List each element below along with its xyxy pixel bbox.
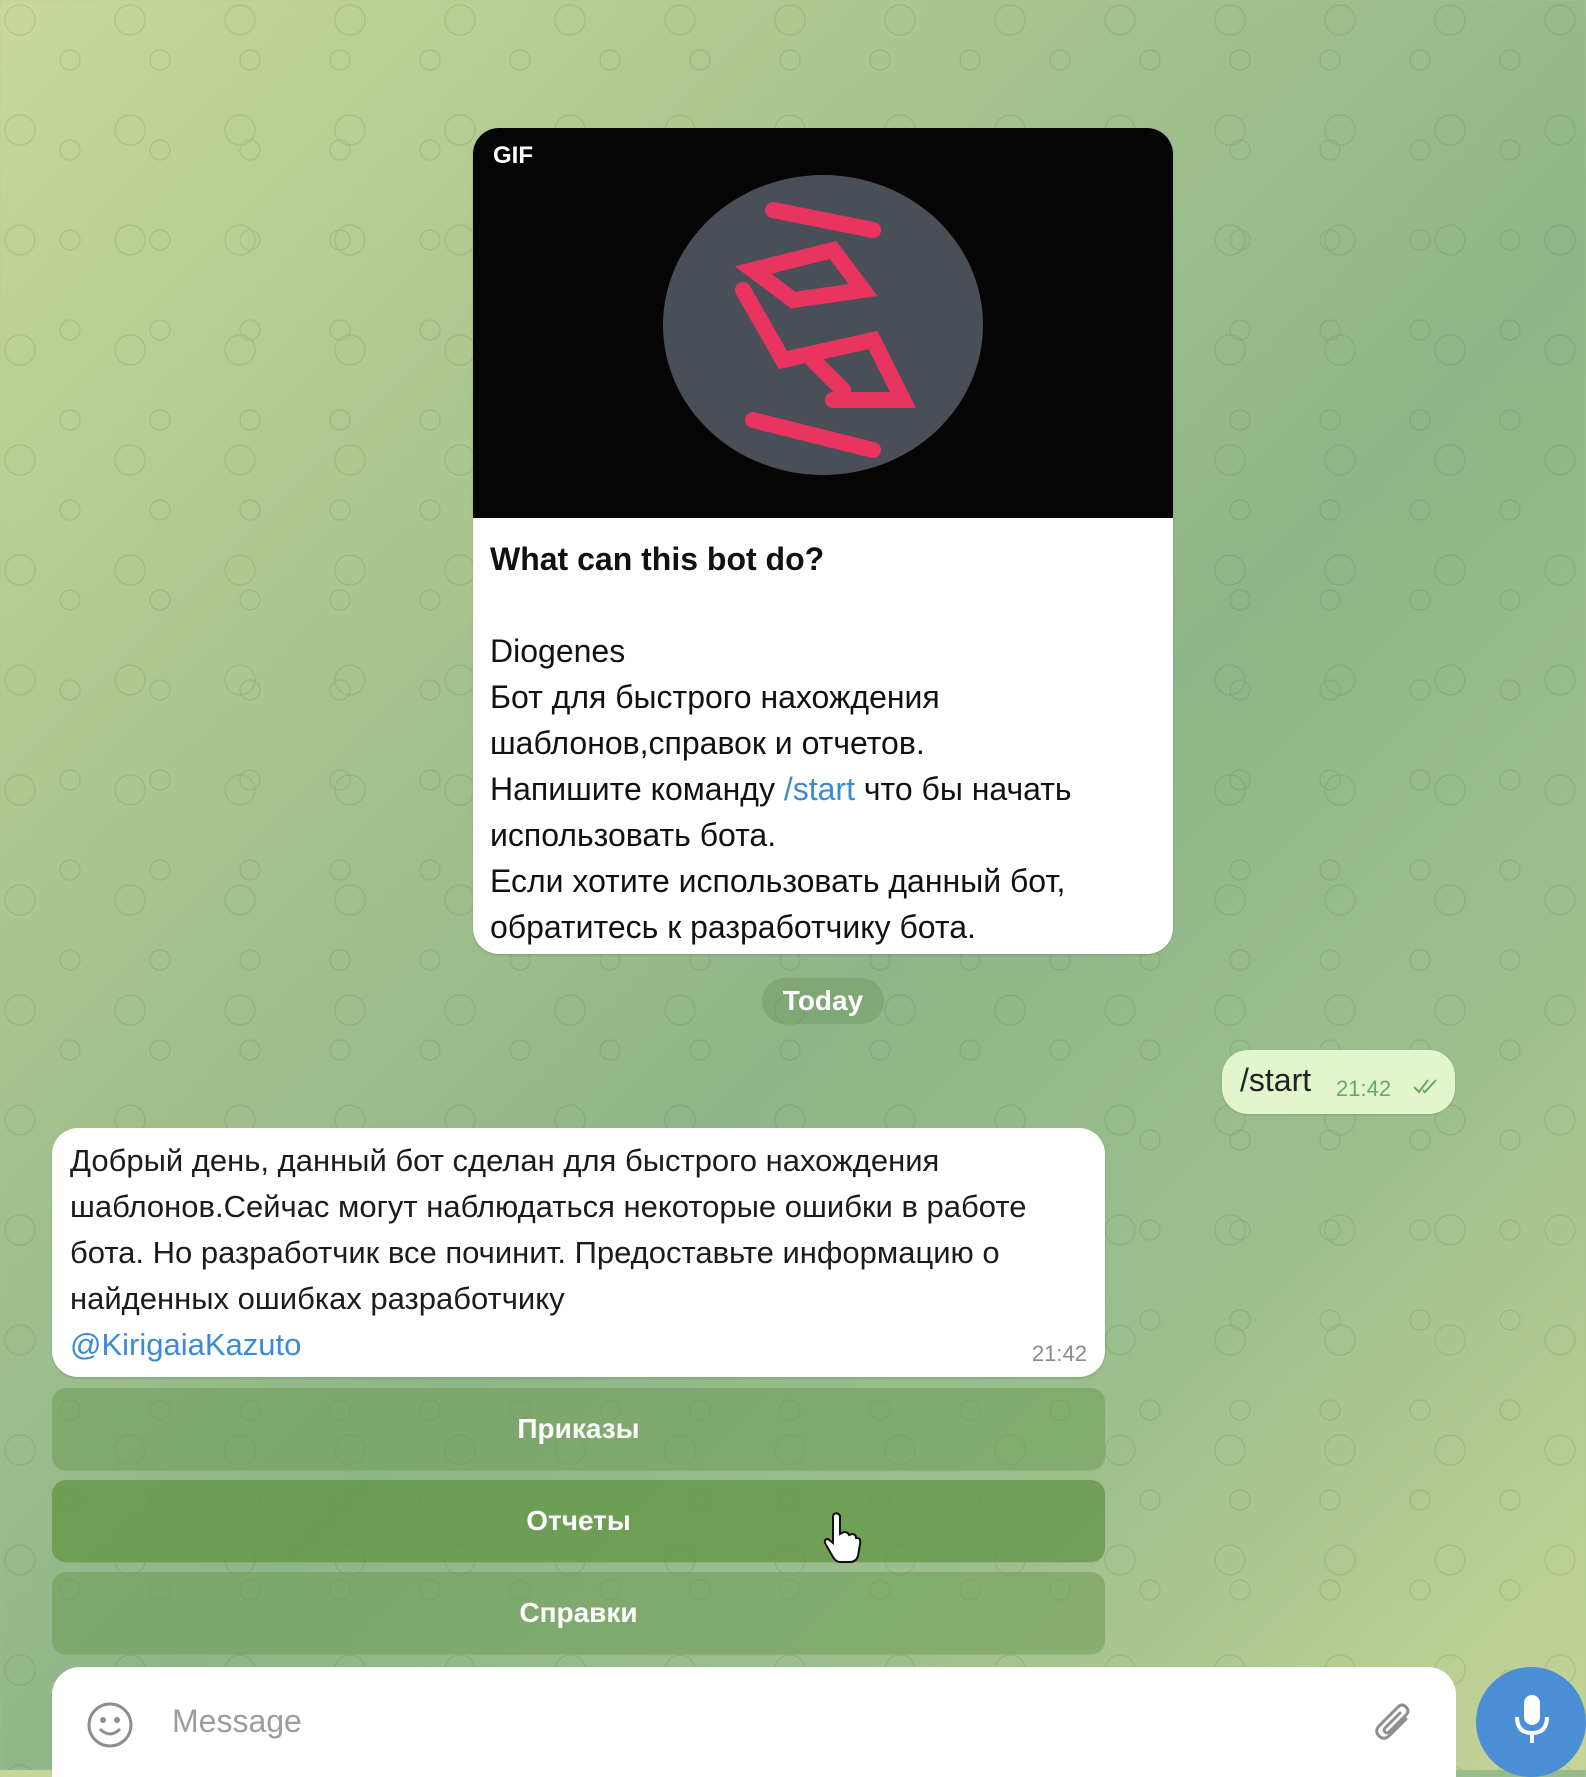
- message-text: /start: [1240, 1062, 1312, 1098]
- developer-mention-link[interactable]: @KirigaiaKazuto: [70, 1327, 301, 1362]
- description-line: обратитесь к разработчику бота.: [490, 909, 976, 945]
- gif-badge: GIF: [493, 142, 533, 169]
- bot-description-text: What can this bot do? Diogenes Бот для б…: [490, 536, 1160, 950]
- message-time: 21:42: [1336, 1076, 1392, 1101]
- keyboard-button-prikazy[interactable]: Приказы: [52, 1388, 1105, 1470]
- description-line: Напишите команду /start что бы начать: [490, 771, 1072, 807]
- description-line: шаблонов,справок и отчетов.: [490, 725, 925, 761]
- description-line: Если хотите использовать данный бот,: [490, 863, 1066, 899]
- keyboard-button-spravki[interactable]: Справки: [52, 1572, 1105, 1654]
- voice-record-button[interactable]: [1476, 1667, 1586, 1777]
- keyboard-button-otchety[interactable]: Отчеты: [52, 1480, 1105, 1562]
- start-command-link[interactable]: /start: [784, 771, 855, 807]
- bot-description-card: GIF What can this bot do? Diogenes Бот д…: [473, 128, 1173, 954]
- description-line: использовать бота.: [490, 817, 777, 853]
- read-checkmarks-icon: [1413, 1079, 1437, 1094]
- message-composer: Message: [52, 1667, 1456, 1777]
- message-input[interactable]: Message: [172, 1703, 302, 1740]
- emoji-icon[interactable]: [86, 1701, 134, 1749]
- message-time: 21:42: [1031, 1341, 1087, 1366]
- bot-welcome-message[interactable]: Добрый день, данный бот сделан для быстр…: [52, 1128, 1105, 1377]
- microphone-icon: [1515, 1695, 1549, 1743]
- bot-name: Diogenes: [490, 633, 626, 669]
- attach-icon[interactable]: [1372, 1699, 1416, 1747]
- outgoing-message[interactable]: /start 21:42: [1222, 1050, 1455, 1114]
- gif-media[interactable]: GIF: [473, 128, 1173, 518]
- description-line: Бот для быстрого нахождения: [490, 679, 940, 715]
- bot-logo-icon: [663, 175, 983, 475]
- date-separator: Today: [762, 978, 884, 1024]
- hand-cursor-icon: [823, 1512, 862, 1563]
- message-text: Добрый день, данный бот сделан для быстр…: [70, 1143, 1027, 1362]
- bot-description-title: What can this bot do?: [490, 541, 825, 577]
